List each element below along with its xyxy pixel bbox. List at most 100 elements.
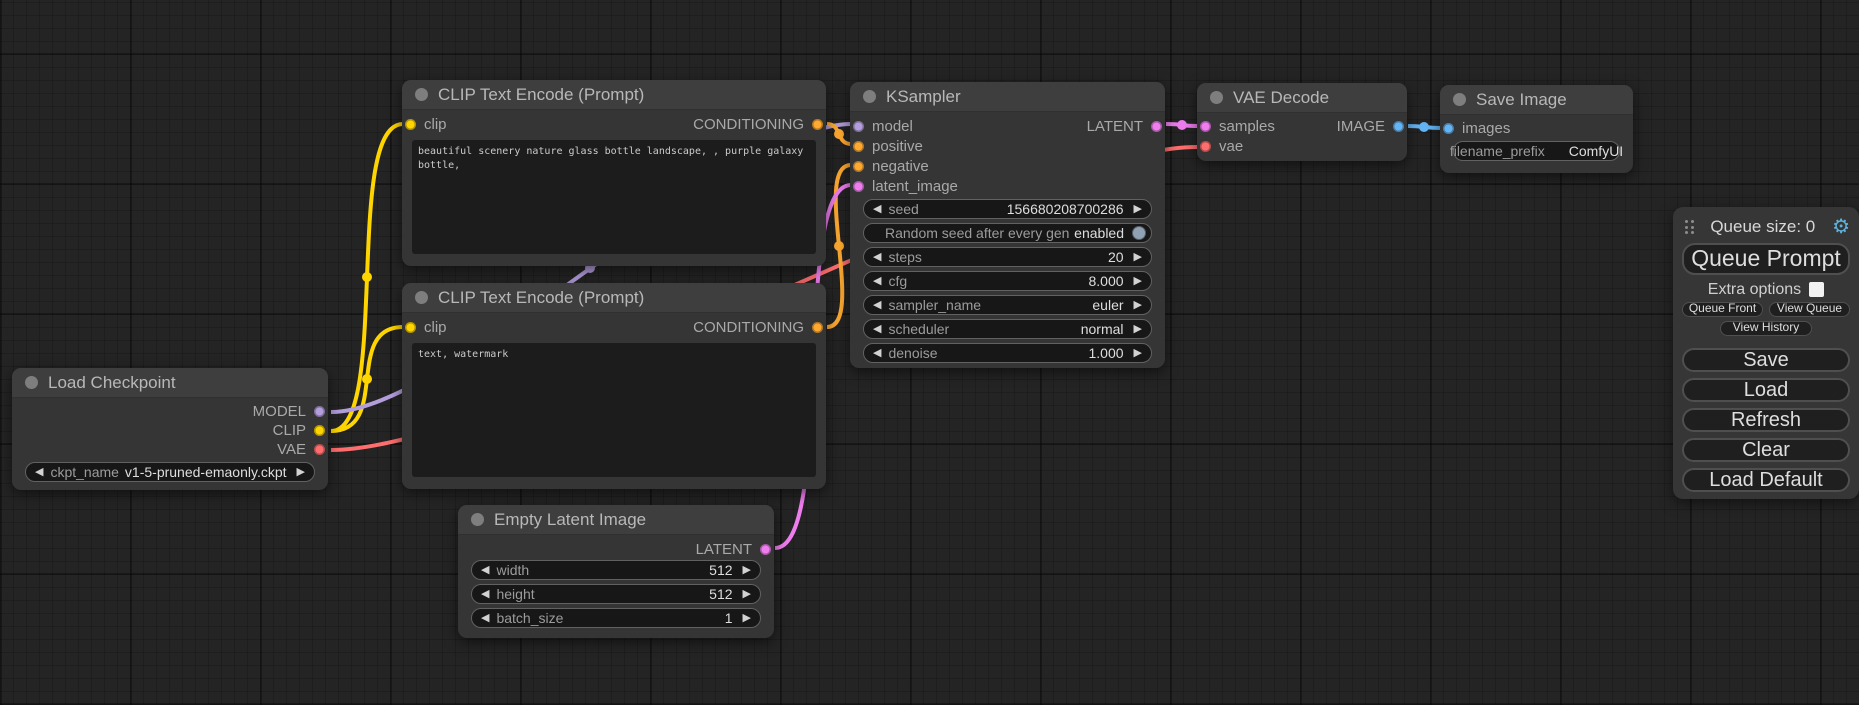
steps-widget[interactable]: ◀ steps 20 ▶: [863, 247, 1152, 267]
collapse-dot-icon[interactable]: [1453, 93, 1466, 106]
output-port-vae[interactable]: [314, 444, 325, 455]
widget-value[interactable]: enabled: [1074, 225, 1124, 241]
node-title-bar[interactable]: Save Image: [1440, 85, 1633, 115]
settings-gear-icon[interactable]: ⚙: [1832, 217, 1850, 237]
widget-value[interactable]: 20: [1108, 249, 1124, 265]
widget-value[interactable]: 156680208700286: [1007, 201, 1124, 217]
widget-value[interactable]: ComfyUI: [1569, 143, 1623, 159]
drag-handle-icon[interactable]: [1685, 220, 1694, 234]
input-port-images[interactable]: [1443, 123, 1454, 134]
scheduler-widget[interactable]: ◀ scheduler normal ▶: [863, 319, 1152, 339]
seed-widget[interactable]: ◀ seed 156680208700286 ▶: [863, 199, 1152, 219]
input-port-positive[interactable]: [853, 141, 864, 152]
view-queue-button[interactable]: View Queue: [1769, 302, 1850, 317]
arrow-left-icon[interactable]: ◀: [873, 300, 881, 311]
node-title: CLIP Text Encode (Prompt): [438, 85, 644, 105]
widget-value[interactable]: euler: [1092, 297, 1123, 313]
node-vae-decode[interactable]: VAE Decode samples IMAGE vae: [1197, 83, 1407, 161]
toggle-icon[interactable]: [1132, 226, 1146, 240]
clear-button[interactable]: Clear: [1682, 438, 1850, 462]
node-empty-latent-image[interactable]: Empty Latent Image LATENT ◀ width 512 ▶ …: [458, 505, 774, 638]
node-title-bar[interactable]: CLIP Text Encode (Prompt): [402, 283, 826, 313]
arrow-right-icon[interactable]: ▶: [743, 565, 751, 576]
input-port-samples[interactable]: [1200, 121, 1211, 132]
output-port-latent[interactable]: [760, 544, 771, 555]
output-port-clip[interactable]: [314, 425, 325, 436]
denoise-widget[interactable]: ◀ denoise 1.000 ▶: [863, 343, 1152, 363]
width-widget[interactable]: ◀ width 512 ▶: [471, 560, 761, 580]
arrow-left-icon[interactable]: ◀: [35, 467, 43, 478]
arrow-left-icon[interactable]: ◀: [873, 276, 881, 287]
input-port-model[interactable]: [853, 121, 864, 132]
prompt-textarea[interactable]: beautiful scenery nature glass bottle la…: [412, 140, 816, 254]
input-port-vae[interactable]: [1200, 141, 1211, 152]
collapse-dot-icon[interactable]: [863, 90, 876, 103]
input-port-negative[interactable]: [853, 161, 864, 172]
widget-value[interactable]: 8.000: [1088, 273, 1123, 289]
arrow-right-icon[interactable]: ▶: [1134, 348, 1142, 359]
load-default-button[interactable]: Load Default: [1682, 468, 1850, 492]
filename-prefix-widget[interactable]: filename_prefix ComfyUI: [1453, 141, 1620, 161]
widget-value[interactable]: 512: [709, 586, 732, 602]
output-port-conditioning[interactable]: [812, 322, 823, 333]
node-load-checkpoint[interactable]: Load Checkpoint MODEL CLIP VAE ◀ ckpt_na…: [12, 368, 328, 490]
height-widget[interactable]: ◀ height 512 ▶: [471, 584, 761, 604]
collapse-dot-icon[interactable]: [1210, 91, 1223, 104]
arrow-left-icon[interactable]: ◀: [873, 252, 881, 263]
input-label-model: model: [872, 118, 913, 135]
node-title-bar[interactable]: CLIP Text Encode (Prompt): [402, 80, 826, 110]
arrow-right-icon[interactable]: ▶: [1134, 300, 1142, 311]
arrow-left-icon[interactable]: ◀: [873, 348, 881, 359]
cfg-widget[interactable]: ◀ cfg 8.000 ▶: [863, 271, 1152, 291]
refresh-button[interactable]: Refresh: [1682, 408, 1850, 432]
arrow-right-icon[interactable]: ▶: [1134, 252, 1142, 263]
widget-value[interactable]: 1.000: [1088, 345, 1123, 361]
output-port-conditioning[interactable]: [812, 119, 823, 130]
node-title-bar[interactable]: Empty Latent Image: [458, 505, 774, 535]
arrow-left-icon[interactable]: ◀: [873, 204, 881, 215]
sampler-name-widget[interactable]: ◀ sampler_name euler ▶: [863, 295, 1152, 315]
arrow-right-icon[interactable]: ▶: [743, 613, 751, 624]
random-seed-widget[interactable]: Random seed after every gen enabled: [863, 223, 1152, 243]
output-port-model[interactable]: [314, 406, 325, 417]
arrow-right-icon[interactable]: ▶: [1134, 204, 1142, 215]
node-ksampler[interactable]: KSampler model LATENT positive negative …: [850, 82, 1165, 368]
collapse-dot-icon[interactable]: [415, 88, 428, 101]
node-clip-text-encode-positive[interactable]: CLIP Text Encode (Prompt) clip CONDITION…: [402, 80, 826, 266]
ckpt-name-widget[interactable]: ◀ ckpt_name v1-5-pruned-emaonly.ckpt ▶: [25, 462, 315, 482]
arrow-left-icon[interactable]: ◀: [481, 613, 489, 624]
input-port-clip[interactable]: [405, 119, 416, 130]
load-button[interactable]: Load: [1682, 378, 1850, 402]
queue-prompt-button[interactable]: Queue Prompt: [1682, 243, 1850, 275]
arrow-right-icon[interactable]: ▶: [743, 589, 751, 600]
arrow-left-icon[interactable]: ◀: [481, 589, 489, 600]
widget-value[interactable]: v1-5-pruned-emaonly.ckpt: [125, 464, 287, 480]
widget-value[interactable]: 1: [725, 610, 733, 626]
batch-size-widget[interactable]: ◀ batch_size 1 ▶: [471, 608, 761, 628]
arrow-right-icon[interactable]: ▶: [297, 467, 305, 478]
node-title-bar[interactable]: VAE Decode: [1197, 83, 1407, 113]
node-title-bar[interactable]: KSampler: [850, 82, 1165, 112]
collapse-dot-icon[interactable]: [25, 376, 38, 389]
prompt-textarea[interactable]: text, watermark: [412, 343, 816, 477]
output-port-image[interactable]: [1393, 121, 1404, 132]
arrow-left-icon[interactable]: ◀: [873, 324, 881, 335]
node-clip-text-encode-negative[interactable]: CLIP Text Encode (Prompt) clip CONDITION…: [402, 283, 826, 489]
save-button[interactable]: Save: [1682, 348, 1850, 372]
node-save-image[interactable]: Save Image images filename_prefix ComfyU…: [1440, 85, 1633, 173]
collapse-dot-icon[interactable]: [471, 513, 484, 526]
input-port-clip[interactable]: [405, 322, 416, 333]
arrow-left-icon[interactable]: ◀: [481, 565, 489, 576]
output-port-latent[interactable]: [1151, 121, 1162, 132]
arrow-right-icon[interactable]: ▶: [1134, 324, 1142, 335]
widget-value[interactable]: 512: [709, 562, 732, 578]
node-title-bar[interactable]: Load Checkpoint: [12, 368, 328, 398]
arrow-right-icon[interactable]: ▶: [1134, 276, 1142, 287]
queue-front-button[interactable]: Queue Front: [1682, 302, 1763, 317]
input-port-latent-image[interactable]: [853, 181, 864, 192]
collapse-dot-icon[interactable]: [415, 291, 428, 304]
view-history-button[interactable]: View History: [1720, 321, 1812, 336]
widget-label: filename_prefix: [1450, 143, 1545, 159]
extra-options-checkbox[interactable]: [1809, 282, 1824, 297]
widget-value[interactable]: normal: [1081, 321, 1124, 337]
